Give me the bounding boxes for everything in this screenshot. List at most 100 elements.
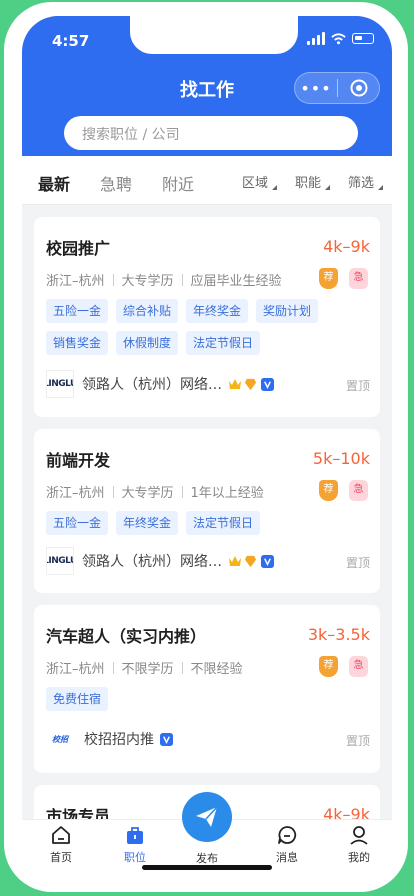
home-indicator	[142, 865, 272, 870]
home-icon	[52, 826, 70, 844]
verified-icon	[261, 377, 274, 391]
benefit-tag: 五险一金	[46, 299, 109, 323]
job-info: 浙江–杭州 大专学历 应届毕业生经验	[46, 270, 282, 289]
tab-latest[interactable]: 最新	[38, 171, 70, 195]
benefit-tags: 五险一金 年终奖金 法定节假日	[46, 511, 366, 535]
company-row: LINGLU 领路人（杭州）网络…	[46, 370, 274, 398]
nav-label: 发布	[196, 852, 218, 865]
diamond-icon	[244, 555, 257, 567]
user-icon	[350, 826, 368, 845]
crown-icon	[229, 556, 241, 566]
company-name: 领路人（杭州）网络…	[82, 377, 222, 393]
app-screen: 4:57 找工作 ••• 搜索职位 / 公司 最新 急聘 附近 区域 职能 筛选…	[22, 16, 392, 876]
publish-button[interactable]	[182, 792, 232, 842]
nav-messages[interactable]: 消息	[262, 824, 312, 865]
benefit-tags: 五险一金 综合补贴 年终奖金 奖励计划 销售奖金 休假制度 法定节假日	[46, 299, 366, 355]
urgent-badge: 急	[349, 268, 368, 289]
recommend-badge: 荐	[319, 480, 338, 501]
benefit-tag: 五险一金	[46, 511, 109, 535]
benefit-tag: 奖励计划	[256, 299, 319, 323]
more-button[interactable]: •••	[295, 79, 337, 98]
job-location: 浙江–杭州	[46, 274, 105, 289]
company-logo: LINGLU	[46, 370, 74, 398]
nav-profile[interactable]: 我的	[334, 824, 384, 865]
wifi-icon	[331, 32, 346, 44]
close-miniapp-button[interactable]	[338, 79, 379, 97]
paper-plane-icon	[196, 806, 218, 827]
benefit-tags: 免费住宿	[46, 687, 366, 711]
urgent-badge: 急	[349, 480, 368, 501]
recommend-badge: 荐	[319, 656, 338, 677]
pinned-label: 置顶	[345, 556, 370, 570]
urgent-badge: 急	[349, 656, 368, 677]
status-time: 4:57	[52, 32, 90, 50]
company-row: LINGLU 领路人（杭州）网络…	[46, 547, 274, 575]
recommend-badge: 荐	[319, 268, 338, 289]
nav-home[interactable]: 首页	[36, 824, 86, 865]
tab-urgent[interactable]: 急聘	[100, 171, 132, 195]
nav-label: 职位	[124, 851, 146, 864]
job-salary: 5k–10k	[312, 449, 370, 468]
nav-label: 我的	[348, 851, 370, 864]
job-location: 浙江–杭州	[46, 486, 105, 501]
tab-bar: 最新 急聘 附近 区域 职能 筛选	[22, 156, 392, 205]
job-location: 浙江–杭州	[46, 662, 105, 677]
search-placeholder: 搜索职位 / 公司	[82, 127, 180, 143]
benefit-tag: 法定节假日	[186, 331, 261, 355]
job-card[interactable]: 汽车超人（实习内推） 3k–3.5k 浙江–杭州 不限学历 不限经验 荐 急 免费住…	[34, 605, 380, 773]
job-info: 浙江–杭州 大专学历 1年以上经验	[46, 482, 264, 501]
job-salary: 4k–9k	[323, 237, 370, 256]
company-name: 领路人（杭州）网络…	[82, 554, 222, 570]
nav-label: 首页	[50, 851, 72, 864]
company-logo: 校招	[52, 734, 68, 744]
job-card[interactable]: 校园推广 4k–9k 浙江–杭州 大专学历 应届毕业生经验 荐 急 五险一金 综合补…	[34, 217, 380, 417]
verified-icon	[261, 554, 274, 568]
search-input[interactable]: 搜索职位 / 公司	[64, 116, 358, 150]
nav-jobs[interactable]: 职位	[110, 824, 160, 865]
benefit-tag: 休假制度	[116, 331, 179, 355]
pinned-label: 置顶	[345, 734, 370, 748]
benefit-tag: 销售奖金	[46, 331, 109, 355]
filter-screen[interactable]: 筛选	[348, 172, 384, 191]
briefcase-icon	[127, 827, 143, 844]
nav-publish[interactable]: 发布	[182, 850, 232, 866]
job-education: 大专学历	[121, 274, 174, 289]
diamond-icon	[244, 378, 257, 390]
job-salary: 3k–3.5k	[307, 625, 370, 644]
job-education: 大专学历	[121, 486, 174, 501]
signal-icon	[307, 32, 325, 45]
phone-frame: 4:57 找工作 ••• 搜索职位 / 公司 最新 急聘 附近 区域 职能 筛选…	[4, 2, 408, 892]
job-experience: 不限经验	[190, 662, 243, 677]
company-name: 校招招内推	[84, 732, 154, 748]
verified-icon	[160, 732, 173, 746]
job-title: 校园推广	[46, 239, 111, 258]
pinned-label: 置顶	[345, 379, 370, 393]
job-title: 汽车超人（实习内推）	[46, 627, 207, 646]
job-education: 不限学历	[121, 662, 174, 677]
target-icon	[350, 79, 367, 97]
bottom-nav: 首页 职位 发布 消息 我的	[22, 792, 392, 876]
company-row: 校招 校招招内推	[46, 725, 173, 753]
top-bar: 4:57 找工作 ••• 搜索职位 / 公司	[22, 16, 392, 156]
filter-function[interactable]: 职能	[295, 172, 331, 191]
benefit-tag: 年终奖金	[116, 511, 179, 535]
benefit-tag: 免费住宿	[46, 687, 109, 711]
job-card[interactable]: 前端开发 5k–10k 浙江–杭州 大专学历 1年以上经验 荐 急 五险一金 年终奖…	[34, 429, 380, 593]
filter-region[interactable]: 区域	[242, 172, 278, 191]
status-icons	[307, 32, 374, 45]
benefit-tag: 综合补贴	[116, 299, 179, 323]
benefit-tag: 年终奖金	[186, 299, 249, 323]
job-experience: 1年以上经验	[190, 486, 264, 501]
nav-label: 消息	[276, 851, 298, 864]
job-info: 浙江–杭州 不限学历 不限经验	[46, 658, 243, 677]
job-title: 前端开发	[46, 451, 111, 470]
tab-nearby[interactable]: 附近	[162, 171, 194, 195]
miniapp-capsule: •••	[294, 72, 380, 104]
message-icon	[278, 826, 297, 844]
job-experience: 应届毕业生经验	[190, 274, 282, 289]
benefit-tag: 法定节假日	[186, 511, 261, 535]
device-notch	[130, 16, 298, 54]
crown-icon	[229, 379, 241, 389]
company-logo: LINGLU	[46, 547, 74, 575]
battery-icon	[352, 33, 374, 44]
